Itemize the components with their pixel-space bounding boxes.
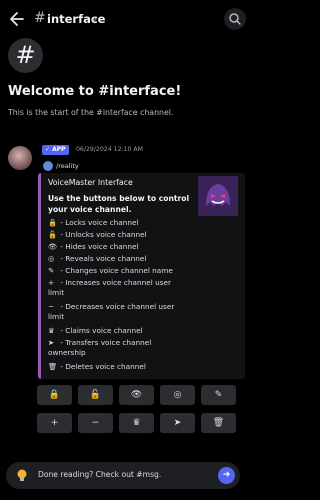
transfer-button[interactable]: ➤ xyxy=(160,413,195,433)
feature-text: - Transfers voice channel xyxy=(60,338,152,347)
feature-hide: 👁 - Hides voice channel xyxy=(48,242,238,252)
feature-text: - Locks voice channel xyxy=(60,218,139,227)
user-plus-icon: + xyxy=(48,278,55,287)
feature-text: - Reveals voice channel xyxy=(60,254,147,263)
bot-avatar[interactable] xyxy=(8,146,32,170)
send-button[interactable]: ➜ xyxy=(218,467,235,484)
embed-title: VoiceMaster Interface xyxy=(48,178,133,187)
feature-text: - Increases voice channel user xyxy=(60,278,172,287)
lock-button[interactable]: 🔒 xyxy=(37,385,72,405)
channel-hash-icon: # xyxy=(34,10,46,26)
feature-text: - Unlocks voice channel xyxy=(60,230,147,239)
rename-button[interactable]: ✎ xyxy=(201,385,236,405)
delete-button[interactable]: 🗑 xyxy=(201,413,236,433)
user-minus-icon: − xyxy=(48,302,55,311)
feature-text-continued: limit xyxy=(48,287,65,297)
lightbulb-icon xyxy=(17,469,27,481)
lock-icon: 🔒 xyxy=(48,390,61,400)
feature-claim: ♛ - Claims voice channel xyxy=(48,326,238,336)
send-icon: ➤ xyxy=(48,338,55,347)
claim-button[interactable]: ♛ xyxy=(119,413,154,433)
feature-text: - Deletes voice channel xyxy=(60,362,146,371)
unlock-icon: 🔓 xyxy=(89,390,102,400)
unlock-button[interactable]: 🔓 xyxy=(78,385,113,405)
feature-delete: 🗑 - Deletes voice channel xyxy=(48,362,238,372)
channel-hash-avatar: # xyxy=(8,38,43,73)
user-minus-icon: − xyxy=(91,418,100,428)
search-button[interactable] xyxy=(224,8,246,30)
feature-increase: + - Increases voice channel user limit xyxy=(48,278,238,297)
voicemaster-embed: VoiceMaster Interface Use the buttons be… xyxy=(38,173,245,379)
hide-button[interactable]: 👁 xyxy=(119,385,154,405)
app-badge: ✓ APP xyxy=(42,145,69,155)
tip-text: Done reading? Check out #msg. xyxy=(38,470,162,479)
feature-text: - Changes voice channel name xyxy=(60,266,173,275)
message-input-bar[interactable]: Done reading? Check out #msg. ➜ xyxy=(6,462,240,489)
chevron-right-icon[interactable]: › xyxy=(93,12,97,25)
embed-thumbnail[interactable] xyxy=(198,176,238,216)
send-icon: ➤ xyxy=(173,418,182,428)
trash-icon: 🗑 xyxy=(212,418,225,428)
user-plus-icon: + xyxy=(50,418,59,428)
pencil-icon: ✎ xyxy=(214,390,223,400)
eye-off-icon: ◎ xyxy=(48,254,55,263)
feature-decrease: − - Decreases voice channel user limit xyxy=(48,302,238,321)
feature-reveal: ◎ - Reveals voice channel xyxy=(48,254,238,264)
search-icon xyxy=(229,13,241,25)
channel-start-text: This is the start of the #interface chan… xyxy=(8,108,174,117)
eye-off-icon: ◎ xyxy=(173,390,182,400)
eye-icon: 👁 xyxy=(48,242,58,251)
message-timestamp: 06/29/2024 12:10 AM xyxy=(76,146,143,153)
trash-icon: 🗑 xyxy=(48,362,58,371)
lock-icon: 🔒 xyxy=(48,218,58,227)
feature-transfer: ➤ - Transfers voice channel ownership xyxy=(48,338,238,357)
increase-limit-button[interactable]: + xyxy=(37,413,72,433)
unlock-icon: 🔓 xyxy=(48,230,58,239)
pencil-icon: ✎ xyxy=(48,266,55,275)
feature-text-continued: limit xyxy=(48,311,65,321)
reveal-button[interactable]: ◎ xyxy=(160,385,195,405)
feature-lock: 🔒 - Locks voice channel xyxy=(48,218,238,228)
top-bar: # interface › xyxy=(0,0,252,38)
back-arrow-icon[interactable] xyxy=(8,10,26,28)
crown-icon: ♛ xyxy=(132,418,141,428)
reply-avatar-icon xyxy=(43,161,53,171)
crown-icon: ♛ xyxy=(48,326,55,335)
feature-rename: ✎ - Changes voice channel name xyxy=(48,266,238,276)
embed-heading: Use the buttons below to control your vo… xyxy=(48,194,190,214)
reply-command-name[interactable]: /reality xyxy=(56,162,79,170)
feature-unlock: 🔓 - Unlocks voice channel xyxy=(48,230,238,240)
ghost-character-icon xyxy=(198,176,238,216)
feature-text: - Claims voice channel xyxy=(60,326,143,335)
welcome-heading: Welcome to #interface! xyxy=(8,84,182,99)
eye-icon: 👁 xyxy=(130,390,143,400)
decrease-limit-button[interactable]: − xyxy=(78,413,113,433)
feature-text-continued: ownership xyxy=(48,347,86,357)
feature-text: - Decreases voice channel user xyxy=(60,302,175,311)
feature-text: - Hides voice channel xyxy=(60,242,139,251)
